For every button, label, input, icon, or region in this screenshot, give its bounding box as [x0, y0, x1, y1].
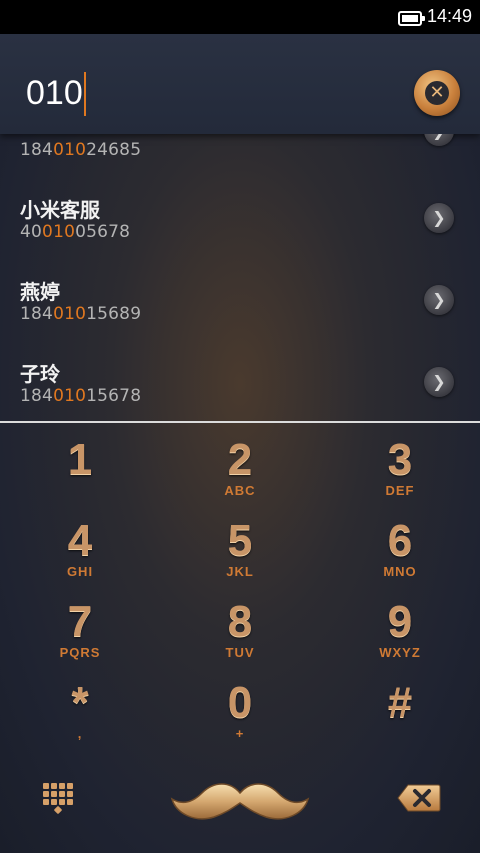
- key-2[interactable]: 2 ABC: [160, 423, 320, 504]
- dialpad-icon[interactable]: [42, 783, 76, 817]
- key-letters: WXYZ: [379, 645, 421, 660]
- dial-keypad: 1 2 ABC 3 DEF 4 GHI 5 JKL 6 MNO 7 PQRS 8 TUV 9W…: [0, 423, 480, 753]
- contact-number: 4001005678: [20, 222, 131, 242]
- key-letters: GHI: [66, 564, 94, 579]
- contact-name: 小米客服: [20, 198, 100, 222]
- key-letters: TUV: [225, 645, 255, 660]
- key-letters: MNO: [383, 564, 417, 579]
- key-8[interactable]: 8 TUV: [160, 585, 320, 666]
- key-digit: 6: [387, 516, 413, 565]
- dial-header: 010 ✕: [0, 34, 480, 134]
- contact-number: 18401015678: [20, 386, 142, 406]
- key-letters: +: [235, 726, 245, 741]
- key-digit: 0: [227, 678, 253, 727]
- clear-button[interactable]: ✕: [414, 70, 460, 116]
- key-letters: DEF: [385, 483, 415, 498]
- key-7[interactable]: 7 PQRS: [0, 585, 160, 666]
- key-digit: 8: [227, 597, 253, 646]
- contact-name: 燕婷: [20, 280, 60, 304]
- key-0[interactable]: 0 +: [160, 666, 320, 747]
- key-hash[interactable]: #: [320, 666, 480, 747]
- key-3[interactable]: 3 DEF: [320, 423, 480, 504]
- key-4[interactable]: 4 GHI: [0, 504, 160, 585]
- key-9[interactable]: 9 WXYZ: [320, 585, 480, 666]
- text-cursor: [84, 72, 86, 116]
- key-digit: 1: [67, 435, 93, 484]
- key-letters: ABC: [224, 483, 256, 498]
- contact-number: 18401024685: [20, 140, 142, 160]
- key-digit: 7: [67, 597, 93, 646]
- list-item[interactable]: 子玲 18401015678 ❯: [0, 348, 480, 422]
- mustache-call-icon[interactable]: [170, 779, 310, 825]
- key-digit: 4: [67, 516, 93, 565]
- chevron-right-icon[interactable]: ❯: [424, 367, 454, 397]
- key-digit: 5: [227, 516, 253, 565]
- key-letters: ,: [77, 726, 83, 741]
- battery-icon: [398, 11, 425, 26]
- key-1[interactable]: 1: [0, 423, 160, 504]
- contact-number: 18401015689: [20, 304, 142, 324]
- status-bar: 14:49: [0, 0, 480, 34]
- backspace-icon[interactable]: [396, 783, 442, 813]
- key-digit: *: [71, 678, 89, 727]
- chevron-right-icon[interactable]: ❯: [424, 134, 454, 146]
- chevron-right-icon[interactable]: ❯: [424, 203, 454, 233]
- dialer-action-bar: [0, 753, 480, 853]
- key-digit: 3: [387, 435, 413, 484]
- key-star[interactable]: *,: [0, 666, 160, 747]
- key-digit: 2: [227, 435, 253, 484]
- key-letters: PQRS: [59, 645, 101, 660]
- key-letters: JKL: [226, 564, 254, 579]
- key-5[interactable]: 5 JKL: [160, 504, 320, 585]
- key-digit: #: [387, 678, 413, 727]
- contact-name: 子玲: [20, 362, 60, 386]
- chevron-right-icon[interactable]: ❯: [424, 285, 454, 315]
- dial-input[interactable]: 010: [26, 74, 83, 113]
- contact-results-list: 18401024685 ❯ 小米客服 4001005678 ❯ 燕婷 18401…: [0, 134, 480, 422]
- list-item[interactable]: 小米客服 4001005678 ❯: [0, 184, 480, 266]
- list-item[interactable]: 燕婷 18401015689 ❯: [0, 266, 480, 348]
- key-digit: 9: [387, 597, 413, 646]
- close-icon: ✕: [425, 81, 449, 105]
- status-time: 14:49: [426, 6, 472, 26]
- key-6[interactable]: 6 MNO: [320, 504, 480, 585]
